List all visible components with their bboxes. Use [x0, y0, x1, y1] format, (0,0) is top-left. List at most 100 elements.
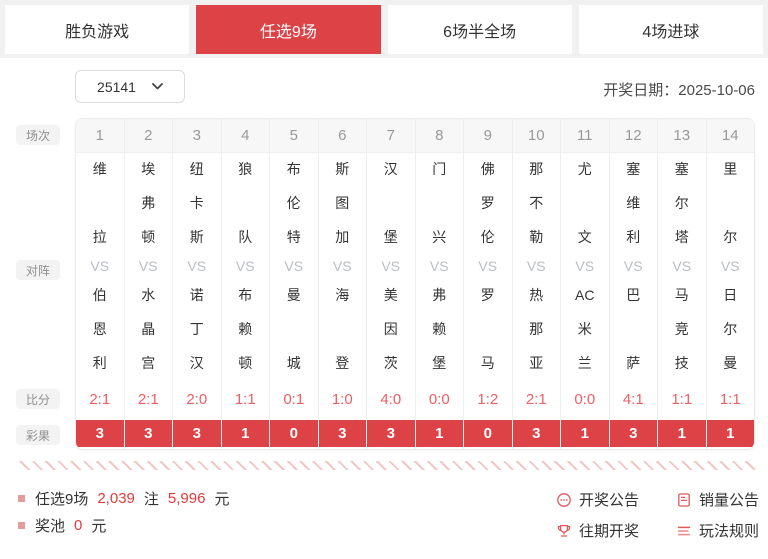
row-label-score: 比分 — [16, 389, 60, 409]
home-team-char: 斯 — [335, 161, 350, 177]
summary-segment: 2,039 — [97, 489, 135, 507]
summary-segment: 0 — [74, 516, 83, 534]
home-team-char: 门 — [432, 161, 447, 177]
away-team: AC 米兰 — [561, 288, 609, 370]
match-number: 5 — [270, 119, 318, 153]
away-team: 热那亚 — [513, 288, 561, 370]
home-team: 埃弗顿 — [125, 162, 173, 244]
away-team: 弗赖堡 — [416, 288, 464, 370]
away-team: 日尔曼 — [707, 288, 755, 370]
home-team: 那不勒 — [513, 162, 561, 244]
match-number: 8 — [415, 119, 463, 153]
away-team-char: 茨 — [383, 355, 398, 371]
hatched-divider — [18, 461, 755, 470]
match-column: 1 维拉 VS 伯恩利 2:1 3 — [76, 119, 124, 449]
link-label: 玩法规则 — [699, 523, 760, 540]
footer-links: 开奖公告 销量公告往期开奖 玩法规则 — [556, 489, 759, 541]
match-number: 4 — [221, 119, 269, 153]
home-team-char: 勒 — [529, 229, 544, 245]
match-result: 3 — [512, 420, 560, 447]
away-team-char: 罗 — [480, 287, 495, 303]
vs-label: VS — [235, 258, 255, 274]
draw-date: 开奖日期：2025-10-06 — [603, 82, 755, 99]
home-team-char: 堡 — [383, 229, 398, 245]
match-column: 4 狼队 VS 布赖顿 1:1 1 — [220, 119, 270, 449]
summary-segment: 5,996 — [167, 489, 206, 507]
vs-label: VS — [138, 258, 158, 274]
away-team-char: 亚 — [529, 355, 544, 371]
away-team: 巴萨 — [610, 288, 658, 370]
tab-3[interactable]: 6场半全场 — [387, 5, 572, 54]
match-result: 3 — [173, 420, 221, 447]
match-result: 1 — [658, 420, 706, 447]
home-team-char: 汉 — [383, 161, 398, 177]
home-team-char: 佛 — [480, 161, 495, 177]
away-team: 曼城 — [270, 288, 318, 370]
period-select[interactable]: 25141 — [75, 70, 185, 103]
home-team-char: 特 — [286, 229, 301, 245]
match-number: 2 — [124, 119, 172, 153]
away-team-char: 兰 — [577, 355, 592, 371]
match-column: 7 汉堡 VS 美因茨 4:0 3 — [366, 119, 415, 449]
away-team-char: 水 — [141, 287, 156, 303]
home-team: 布伦特 — [270, 162, 318, 244]
away-team-char: 萨 — [626, 355, 641, 371]
row-label-match-no: 场次 — [16, 125, 60, 145]
vs-label: VS — [526, 258, 546, 274]
vs-label: VS — [623, 258, 643, 274]
vs-label: VS — [478, 258, 498, 274]
match-result: 1 — [221, 420, 269, 447]
away-team-char: 堡 — [432, 355, 447, 371]
vs-label: VS — [672, 258, 692, 274]
home-team: 维拉 — [76, 162, 124, 244]
summary-segment: 任选9场 — [35, 490, 89, 508]
home-team-char: 图 — [335, 195, 350, 211]
match-result: 1 — [415, 420, 463, 447]
home-team: 纽卡斯 — [173, 162, 221, 244]
match-column: 13 塞尔塔 VS 马竞技 1:1 1 — [657, 119, 706, 449]
away-team-char: 汉 — [189, 355, 204, 371]
match-column: 10 那不勒 VS 热那亚 2:1 3 — [511, 119, 561, 449]
tab-4[interactable]: 4场进球 — [578, 5, 763, 54]
tab-2[interactable]: 任选9场 — [196, 5, 381, 54]
link-玩法规则[interactable]: 玩法规则 — [676, 520, 759, 541]
away-team-char: 登 — [335, 355, 350, 371]
summary-segment: 元 — [214, 490, 230, 508]
home-team-char: 狼 — [238, 161, 253, 177]
match-number: 13 — [658, 119, 706, 153]
away-team: 布赖顿 — [222, 288, 270, 370]
link-销量公告[interactable]: 销量公告 — [676, 489, 759, 510]
match-result: 3 — [367, 420, 415, 447]
home-team: 佛罗伦 — [464, 162, 512, 244]
away-team-char: 弗 — [432, 287, 447, 303]
match-score: 2:1 — [525, 391, 547, 408]
link-label: 开奖公告 — [579, 492, 640, 509]
away-team-char: 日 — [723, 287, 738, 303]
home-team-char: 兴 — [432, 229, 447, 245]
link-开奖公告[interactable]: 开奖公告 — [556, 489, 676, 510]
match-score: 1:1 — [719, 391, 741, 408]
home-team-char: 弗 — [141, 195, 156, 211]
home-team-char: 布 — [286, 161, 301, 177]
home-team-char: 队 — [238, 229, 253, 245]
link-label: 往期开奖 — [579, 523, 640, 540]
away-team-char: 曼 — [723, 355, 738, 371]
tab-1[interactable]: 胜负游戏 — [5, 5, 190, 54]
match-column: 14 里尔 VS 日尔曼 1:1 1 — [705, 119, 755, 449]
away-team-char: 尔 — [723, 321, 738, 337]
away-team-char: 米 — [577, 321, 592, 337]
away-team: 马竞技 — [658, 288, 706, 370]
match-column: 11 尤文 VS AC 米兰 0:0 1 — [560, 119, 609, 449]
away-team-char: 那 — [529, 321, 544, 337]
home-team: 斯图加 — [319, 162, 367, 244]
home-team-char: 罗 — [480, 195, 495, 211]
away-team-char: 伯 — [92, 287, 107, 303]
vs-label: VS — [332, 258, 352, 274]
away-team-char: 因 — [383, 321, 398, 337]
vs-label: VS — [429, 258, 449, 274]
home-team-char: 文 — [577, 229, 592, 245]
away-team: 诺丁汉 — [173, 288, 221, 370]
link-往期开奖[interactable]: 往期开奖 — [556, 520, 676, 541]
match-column: 3 纽卡斯 VS 诺丁汉 2:0 3 — [172, 119, 221, 449]
away-team: 美因茨 — [367, 288, 415, 370]
